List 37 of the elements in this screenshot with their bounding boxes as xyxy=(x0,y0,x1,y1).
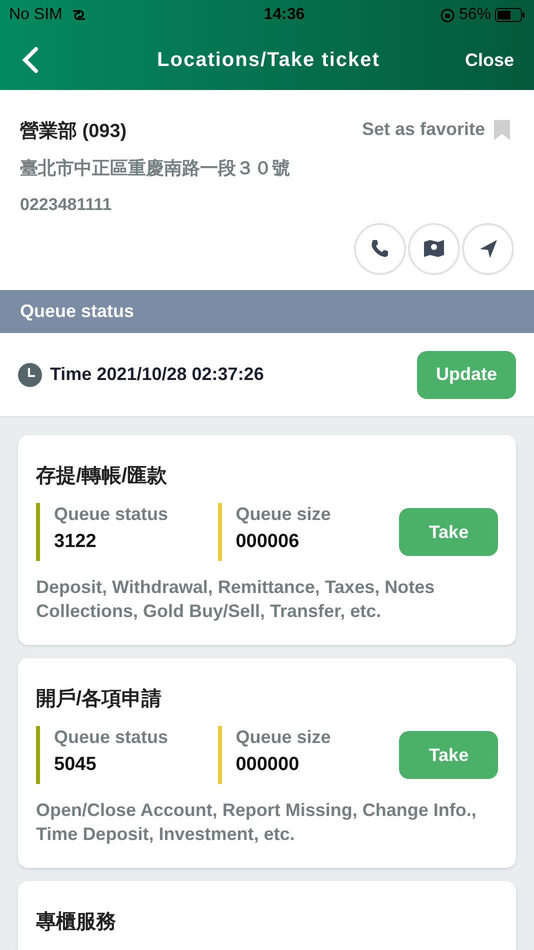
branch-phone: 0223481111 xyxy=(20,194,113,216)
map-button[interactable] xyxy=(408,223,460,275)
service-title: 專櫃服務 xyxy=(36,910,117,935)
section-title: Queue status xyxy=(20,300,134,323)
battery-icon xyxy=(494,8,525,22)
battery-percent: 56% xyxy=(458,5,491,25)
service-description: Open/Close Account, Report Missing, Change Info., Time Deposit, Investment, etc. xyxy=(36,799,478,846)
call-button[interactable] xyxy=(354,223,406,275)
take-button[interactable]: Take xyxy=(399,731,498,779)
queue-label: Queue status xyxy=(54,503,168,525)
service-title: 存提/轉帳/匯款 xyxy=(36,464,168,489)
queue-value: 3122 xyxy=(54,531,98,553)
service-title: 開戶/各項申請 xyxy=(36,686,163,712)
clock-icon xyxy=(18,362,42,386)
queue-label: Queue size xyxy=(236,726,331,748)
carrier-text: No SIM xyxy=(9,5,62,25)
navigate-button[interactable] xyxy=(462,223,514,275)
rotation-lock-icon xyxy=(440,8,455,22)
queue-value: 000006 xyxy=(236,531,300,553)
queue-value: 5045 xyxy=(54,754,98,776)
queue-label: Queue status xyxy=(54,726,168,748)
branch-name: 營業部 (093) xyxy=(20,120,127,144)
branch-address: 臺北市中正區重慶南路一段３０號 xyxy=(20,156,291,180)
stripe xyxy=(218,726,222,784)
service-description: Deposit, Withdrawal, Remittance, Taxes, Notes Collections, Gold Buy/Sell, Transfer, etc. xyxy=(36,576,436,623)
update-button[interactable]: Update xyxy=(417,350,516,398)
stripe xyxy=(218,503,222,561)
screen-title: Locations/Take ticket xyxy=(156,48,380,73)
favorite-button[interactable]: Set as favorite xyxy=(362,116,511,143)
queue-label: Queue size xyxy=(236,503,331,525)
queue-value: 000000 xyxy=(236,754,300,776)
stripe xyxy=(36,726,40,784)
close-button[interactable]: Close xyxy=(464,46,514,74)
timestamp: Time 2021/10/28 02:37:26 xyxy=(50,363,264,386)
stripe xyxy=(36,503,40,561)
take-button[interactable]: Take xyxy=(399,508,498,556)
clock-text: 14:36 xyxy=(262,5,305,25)
